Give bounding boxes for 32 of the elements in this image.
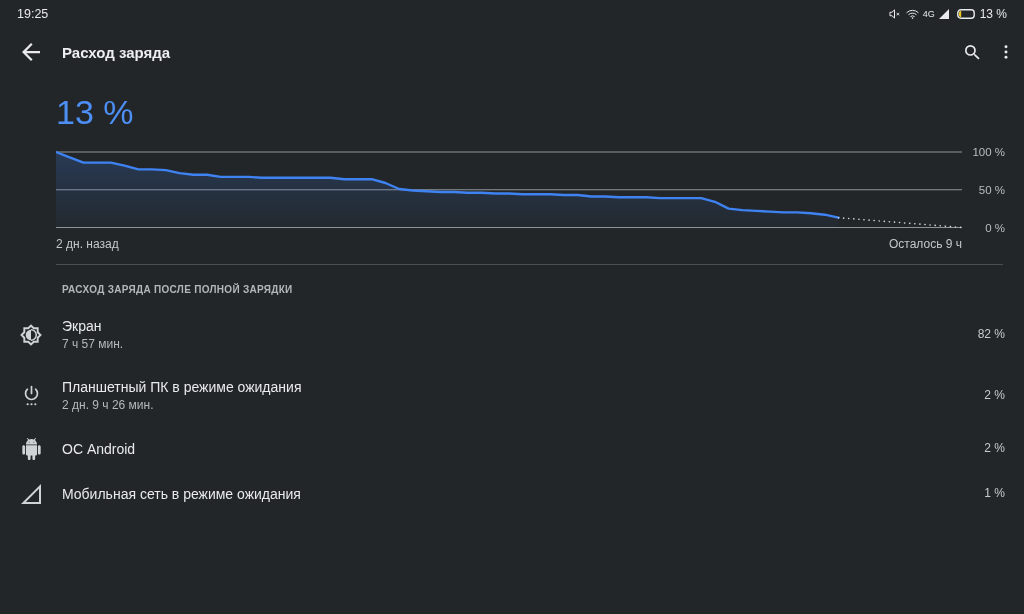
usage-item-percent: 1 % [984, 486, 1005, 500]
screen-title: Расход заряда [62, 43, 171, 61]
search-icon[interactable] [965, 44, 980, 60]
robot-icon [21, 438, 41, 460]
y-axis-label: 50 % [978, 183, 1005, 196]
range-start-label: 2 дн. назад [56, 236, 119, 252]
power-icon [22, 385, 40, 406]
battery-level-text: 13 % [56, 92, 134, 132]
mute-icon [888, 9, 900, 19]
more-options-icon[interactable] [1004, 45, 1008, 59]
usage-item-title: Экран [62, 317, 102, 336]
status-time: 19:25 [17, 7, 49, 21]
section-header: РАСХОД ЗАРЯДА ПОСЛЕ ПОЛНОЙ ЗАРЯДКИ [62, 282, 293, 297]
time-left-label: Осталось 9 ч [888, 236, 962, 252]
usage-item-title: Мобильная сеть в режиме ожидания [62, 485, 301, 504]
usage-item-title: ОС Android [62, 440, 136, 459]
usage-item-percent: 82 % [977, 326, 1005, 341]
y-axis-label: 100 % [972, 148, 1005, 158]
usage-item-duration: 7 ч 57 мин. [62, 336, 124, 353]
brightness-icon [20, 323, 42, 346]
wifi-icon [905, 9, 919, 19]
network-type-label: 4G [922, 9, 935, 19]
signal-icon [938, 9, 949, 19]
y-axis-label: 0 % [985, 221, 1005, 232]
battery-icon [956, 9, 975, 19]
usage-item-percent: 2 % [984, 441, 1005, 455]
back-arrow-icon[interactable] [22, 43, 40, 61]
usage-item-percent: 2 % [984, 387, 1005, 402]
battery-percent: 13 % [979, 7, 1007, 21]
signal-outline-icon [21, 484, 41, 504]
usage-item-duration: 2 дн. 9 ч 26 мин. [62, 397, 154, 414]
usage-item-title: Планшетный ПК в режиме ожидания [62, 378, 302, 397]
